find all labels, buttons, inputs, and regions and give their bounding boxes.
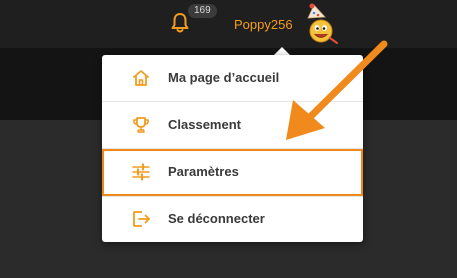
party-smiley-avatar[interactable] — [300, 2, 340, 46]
menu-item-label: Se déconnecter — [168, 211, 265, 226]
menu-item-ranking[interactable]: Classement — [102, 102, 363, 148]
notification-count-badge[interactable]: 169 — [188, 4, 217, 18]
menu-item-logout[interactable]: Se déconnecter — [102, 196, 363, 242]
top-bar — [0, 0, 457, 48]
trophy-icon — [133, 117, 149, 133]
logout-icon — [133, 211, 150, 227]
menu-item-label: Ma page d’accueil — [168, 70, 280, 85]
home-icon — [133, 70, 149, 86]
sliders-icon — [132, 163, 150, 181]
menu-item-settings[interactable]: Paramètres — [102, 149, 363, 196]
menu-item-label: Paramètres — [168, 164, 239, 179]
user-dropdown-menu: Ma page d’accueil Classement Paramètres … — [102, 55, 363, 242]
menu-item-home[interactable]: Ma page d’accueil — [102, 55, 363, 101]
dropdown-caret — [274, 47, 290, 55]
username-link[interactable]: Poppy256 — [234, 17, 293, 33]
menu-item-label: Classement — [168, 117, 241, 132]
bell-icon[interactable] — [170, 12, 190, 34]
